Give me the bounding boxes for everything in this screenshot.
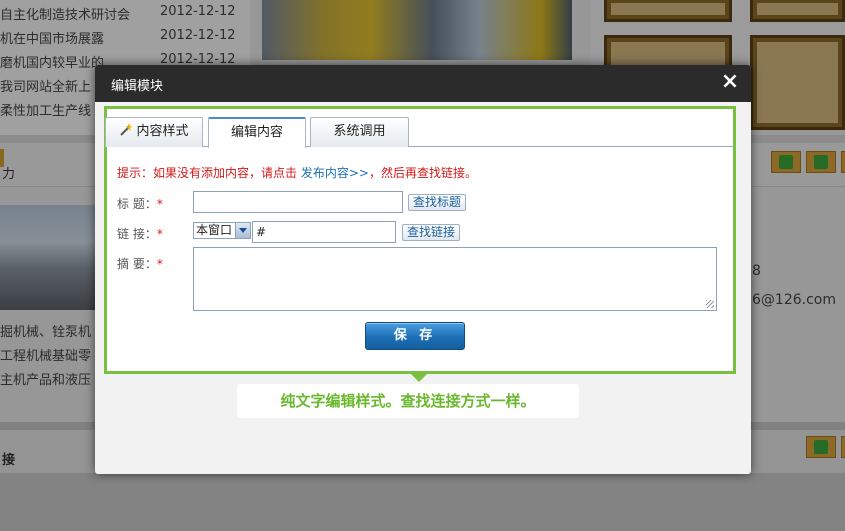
save-button[interactable]: 保 存 xyxy=(365,322,465,350)
tab-system-call[interactable]: 系统调用 xyxy=(310,117,409,147)
tab-content-style[interactable]: 内容样式 xyxy=(105,117,203,147)
tab-label: 编辑内容 xyxy=(230,125,283,140)
find-title-button[interactable]: 查找标题 xyxy=(408,194,467,211)
close-icon[interactable]: × xyxy=(719,70,741,94)
dialog-header: 编辑模块 × xyxy=(95,65,751,102)
publish-content-link[interactable]: 发布内容>> xyxy=(301,166,369,180)
dialog-title: 编辑模块 xyxy=(111,79,164,94)
link-target-value: 本窗口 xyxy=(196,223,233,237)
title-input[interactable] xyxy=(193,191,403,213)
resize-handle[interactable] xyxy=(706,300,714,308)
link-label-text: 链 接： xyxy=(117,227,157,241)
required-mark: * xyxy=(156,257,163,271)
title-label: 标 题：* xyxy=(117,195,163,212)
link-input[interactable] xyxy=(252,221,396,243)
required-mark: * xyxy=(156,197,163,211)
hint-text: 提示：如果没有添加内容，请点击 发布内容>>，然后再查找链接。 xyxy=(117,164,477,181)
tab-label: 内容样式 xyxy=(136,124,189,139)
tooltip-callout: 纯文字编辑样式。查找连接方式一样。 xyxy=(237,384,579,418)
edit-module-dialog: 编辑模块 × 内容样式 编辑内容 系统调用 提示：如果没有添加内容，请点击 发布… xyxy=(95,65,751,474)
callout-pointer xyxy=(410,373,428,382)
tab-label: 系统调用 xyxy=(333,124,386,139)
tab-bar: 内容样式 编辑内容 系统调用 xyxy=(105,117,733,148)
summary-textarea[interactable] xyxy=(193,247,717,311)
edit-panel: 内容样式 编辑内容 系统调用 提示：如果没有添加内容，请点击 发布内容>>，然后… xyxy=(104,106,736,374)
magic-wand-icon xyxy=(120,123,133,136)
find-link-button[interactable]: 查找链接 xyxy=(402,224,461,241)
chevron-down-icon[interactable] xyxy=(235,223,250,238)
summary-label: 摘 要：* xyxy=(117,255,163,272)
summary-label-text: 摘 要： xyxy=(117,257,157,271)
required-mark: * xyxy=(156,227,163,241)
hint-suffix: ，然后再查找链接。 xyxy=(368,166,477,180)
link-label: 链 接：* xyxy=(117,225,163,242)
hint-prefix: 提示：如果没有添加内容，请点击 xyxy=(117,166,298,180)
title-label-text: 标 题： xyxy=(117,197,157,211)
link-target-select[interactable]: 本窗口 xyxy=(193,222,251,239)
tab-edit-content[interactable]: 编辑内容 xyxy=(208,117,306,148)
